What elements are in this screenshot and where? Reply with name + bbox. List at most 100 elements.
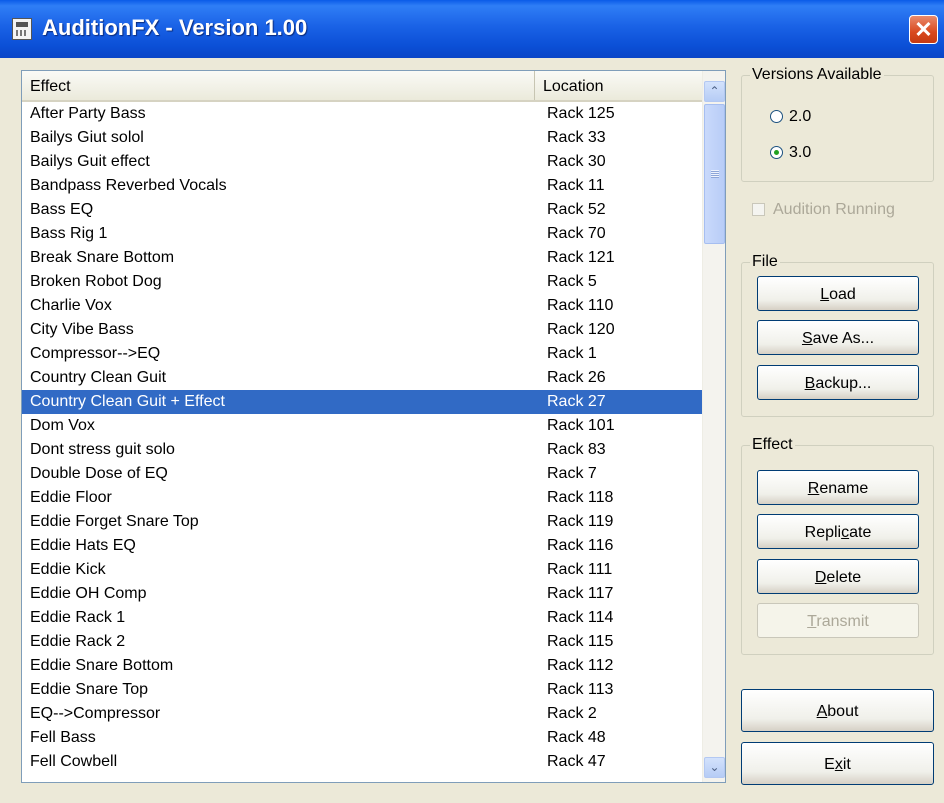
location-cell: Rack 117 bbox=[547, 585, 614, 602]
save-as-button[interactable]: Save As... bbox=[757, 320, 919, 355]
effect-legend: Effect bbox=[752, 436, 793, 453]
scroll-thumb[interactable] bbox=[704, 104, 725, 244]
audition-running-label: Audition Running bbox=[773, 201, 895, 218]
about-mnemonic: A bbox=[816, 703, 828, 720]
effect-name-cell: Eddie Snare Bottom bbox=[30, 657, 174, 674]
list-row[interactable]: City Vibe Bass Rack 120 bbox=[22, 318, 702, 342]
scroll-up-button[interactable]: ⌃ bbox=[704, 81, 725, 102]
effect-name-cell: Eddie Rack 1 bbox=[30, 609, 126, 626]
list-row[interactable]: Country Clean Guit + Effect Rack 27 bbox=[22, 390, 702, 414]
rename-button[interactable]: Rename bbox=[757, 470, 919, 505]
location-cell: Rack 30 bbox=[547, 153, 606, 170]
effect-name-cell: Fell Cowbell bbox=[30, 753, 118, 770]
location-cell: Rack 70 bbox=[547, 225, 606, 242]
list-row[interactable]: Bass Rig 1 Rack 70 bbox=[22, 222, 702, 246]
location-cell: Rack 5 bbox=[547, 273, 597, 290]
effect-name-cell: Bass EQ bbox=[30, 201, 94, 218]
effect-name-cell: Compressor-->EQ bbox=[30, 345, 161, 362]
list-row[interactable]: Dom Vox Rack 101 bbox=[22, 414, 702, 438]
location-cell: Rack 83 bbox=[547, 441, 606, 458]
effect-name-cell: Bandpass Reverbed Vocals bbox=[30, 177, 227, 194]
column-header-effect[interactable]: Effect bbox=[22, 71, 535, 100]
list-row[interactable]: Country Clean Guit Rack 26 bbox=[22, 366, 702, 390]
list-header: Effect Location bbox=[22, 71, 702, 102]
list-row[interactable]: Bass EQ Rack 52 bbox=[22, 198, 702, 222]
about-button[interactable]: About bbox=[741, 689, 934, 732]
version-radio-3-0[interactable]: 3.0 bbox=[770, 144, 811, 162]
title-bar[interactable]: AuditionFX - Version 1.00 ✕ bbox=[0, 0, 944, 58]
load-mnemonic: L bbox=[820, 286, 830, 303]
location-cell: Rack 113 bbox=[547, 681, 614, 698]
list-row[interactable]: Eddie Hats EQ Rack 116 bbox=[22, 534, 702, 558]
location-cell: Rack 7 bbox=[547, 465, 597, 482]
file-legend: File bbox=[752, 253, 778, 270]
effect-name-cell: Bass Rig 1 bbox=[30, 225, 108, 242]
list-row[interactable]: Fell Cowbell Rack 47 bbox=[22, 750, 702, 774]
list-row[interactable]: Double Dose of EQ Rack 7 bbox=[22, 462, 702, 486]
load-button[interactable]: Load bbox=[757, 276, 919, 311]
location-cell: Rack 112 bbox=[547, 657, 614, 674]
location-cell: Rack 118 bbox=[547, 489, 614, 506]
list-row[interactable]: Eddie Forget Snare Top Rack 119 bbox=[22, 510, 702, 534]
location-cell: Rack 47 bbox=[547, 753, 606, 770]
replicate-button[interactable]: Replicate bbox=[757, 514, 919, 549]
list-row[interactable]: Eddie Kick Rack 111 bbox=[22, 558, 702, 582]
effect-name-cell: Dont stress guit solo bbox=[30, 441, 175, 458]
list-row[interactable]: Break Snare Bottom Rack 121 bbox=[22, 246, 702, 270]
radio-checked-icon bbox=[770, 146, 783, 160]
list-row[interactable]: EQ-->Compressor Rack 2 bbox=[22, 702, 702, 726]
version-radio-2-0[interactable]: 2.0 bbox=[770, 108, 811, 126]
column-header-location[interactable]: Location bbox=[535, 71, 702, 100]
scroll-down-button[interactable]: ⌄ bbox=[704, 757, 725, 778]
location-cell: Rack 120 bbox=[547, 321, 615, 338]
list-row[interactable]: Charlie Vox Rack 110 bbox=[22, 294, 702, 318]
location-cell: Rack 121 bbox=[547, 249, 615, 266]
location-cell: Rack 33 bbox=[547, 129, 606, 146]
list-row[interactable]: Compressor-->EQ Rack 1 bbox=[22, 342, 702, 366]
list-row[interactable]: Bandpass Reverbed Vocals Rack 11 bbox=[22, 174, 702, 198]
list-row[interactable]: Eddie OH Comp Rack 117 bbox=[22, 582, 702, 606]
close-button[interactable]: ✕ bbox=[909, 15, 938, 44]
effects-list[interactable]: Effect Location After Party Bass Rack 125… bbox=[21, 70, 726, 783]
location-cell: Rack 27 bbox=[547, 393, 606, 410]
backup-mnemonic: B bbox=[804, 375, 816, 392]
effect-name-cell: Eddie Kick bbox=[30, 561, 106, 578]
list-row[interactable]: Dont stress guit solo Rack 83 bbox=[22, 438, 702, 462]
effect-name-cell: Country Clean Guit + Effect bbox=[30, 393, 225, 410]
vertical-scrollbar[interactable]: ⌃ ⌄ bbox=[702, 71, 725, 782]
list-row[interactable]: Eddie Rack 1 Rack 114 bbox=[22, 606, 702, 630]
list-row[interactable]: Eddie Snare Top Rack 113 bbox=[22, 678, 702, 702]
delete-button[interactable]: Delete bbox=[757, 559, 919, 594]
list-row[interactable]: Bailys Guit effect Rack 30 bbox=[22, 150, 702, 174]
backup-button[interactable]: Backup... bbox=[757, 365, 919, 400]
effect-name-cell: Broken Robot Dog bbox=[30, 273, 162, 290]
transmit-button[interactable]: Transmit bbox=[757, 603, 919, 638]
effect-name-cell: Charlie Vox bbox=[30, 297, 112, 314]
list-row[interactable]: Eddie Rack 2 Rack 115 bbox=[22, 630, 702, 654]
list-row[interactable]: Eddie Snare Bottom Rack 112 bbox=[22, 654, 702, 678]
list-row[interactable]: Eddie Floor Rack 118 bbox=[22, 486, 702, 510]
list-row[interactable]: Bailys Giut solol Rack 33 bbox=[22, 126, 702, 150]
list-rows: After Party Bass Rack 125 Bailys Giut solo… bbox=[22, 102, 702, 774]
location-cell: Rack 1 bbox=[547, 345, 597, 362]
audition-running-checkbox[interactable]: Audition Running bbox=[752, 201, 895, 219]
location-cell: Rack 26 bbox=[547, 369, 606, 386]
effect-name-cell: Country Clean Guit bbox=[30, 369, 167, 386]
effect-name-cell: Dom Vox bbox=[30, 417, 95, 434]
location-cell: Rack 111 bbox=[547, 561, 613, 578]
app-icon[interactable] bbox=[12, 18, 32, 40]
effect-name-cell: Eddie Hats EQ bbox=[30, 537, 136, 554]
version-radio-label: 2.0 bbox=[789, 108, 812, 125]
rename-mnemonic: R bbox=[807, 480, 820, 497]
effect-name-cell: Eddie Snare Top bbox=[30, 681, 149, 698]
exit-button[interactable]: Exit bbox=[741, 742, 934, 785]
list-row[interactable]: After Party Bass Rack 125 bbox=[22, 102, 702, 126]
effect-name-cell: Fell Bass bbox=[30, 729, 96, 746]
list-row[interactable]: Fell Bass Rack 48 bbox=[22, 726, 702, 750]
location-cell: Rack 101 bbox=[547, 417, 615, 434]
list-row[interactable]: Broken Robot Dog Rack 5 bbox=[22, 270, 702, 294]
location-cell: Rack 2 bbox=[547, 705, 597, 722]
effect-name-cell: Eddie Forget Snare Top bbox=[30, 513, 199, 530]
location-cell: Rack 116 bbox=[547, 537, 614, 554]
location-cell: Rack 115 bbox=[547, 633, 614, 650]
